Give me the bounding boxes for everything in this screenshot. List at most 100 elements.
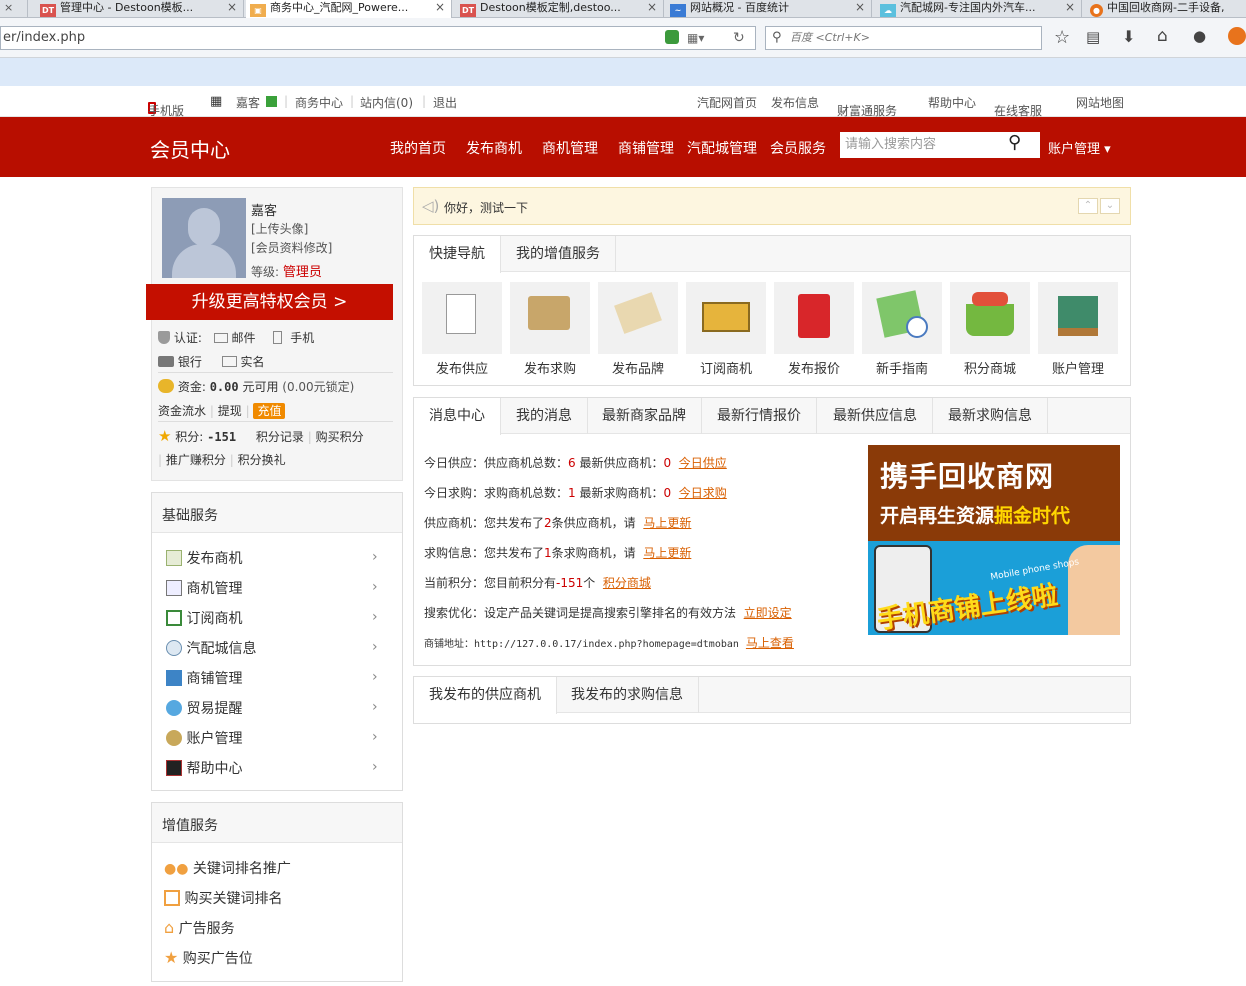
- menu-trade-alert[interactable]: 贸易提醒: [166, 698, 242, 718]
- level-value[interactable]: 管理员: [283, 265, 322, 280]
- update-buy-link[interactable]: 马上更新: [643, 546, 691, 560]
- tab-my-buy[interactable]: 我发布的求购信息: [556, 677, 699, 713]
- tab-latest-buy[interactable]: 最新求购信息: [933, 398, 1048, 434]
- menu-buy-ad[interactable]: ★ 购买广告位: [164, 948, 253, 968]
- update-supply-link[interactable]: 马上更新: [643, 516, 691, 530]
- chevron-down-icon[interactable]: ⌄: [1100, 198, 1120, 214]
- tab-my-messages[interactable]: 我的消息: [501, 398, 588, 434]
- business-center-link[interactable]: 商务中心: [295, 94, 343, 111]
- tab-latest-quotes[interactable]: 最新行情报价: [702, 398, 817, 434]
- nav-business-manage[interactable]: 商机管理: [542, 138, 598, 158]
- today-buy-link[interactable]: 今日求购: [679, 486, 727, 500]
- set-keywords-link[interactable]: 立即设定: [744, 606, 792, 620]
- browser-search-input[interactable]: ⚲ 百度 <Ctrl+K>: [765, 26, 1042, 50]
- quick-card-post-supply[interactable]: 发布供应: [422, 282, 502, 382]
- menu-shop-manage[interactable]: 商铺管理: [166, 668, 242, 688]
- tab-close-prev[interactable]: ×: [0, 0, 28, 18]
- menu-help-center[interactable]: 帮助中心: [166, 758, 242, 778]
- nav-my-home[interactable]: 我的首页: [390, 138, 446, 158]
- menu-buy-keyword[interactable]: 购买关键词排名: [164, 888, 282, 908]
- recharge-button[interactable]: 充值: [253, 403, 286, 419]
- upload-avatar-link[interactable]: [上传头像]: [251, 220, 308, 237]
- upgrade-button[interactable]: 升级更高特权会员 >: [146, 284, 393, 320]
- browser-tab-2[interactable]: ▣ 商务中心_汽配网_Powere... ×: [246, 0, 452, 18]
- funds-flow-link[interactable]: 资金流水: [158, 404, 206, 418]
- tab-latest-brands[interactable]: 最新商家品牌: [587, 398, 702, 434]
- home-icon[interactable]: ⌂: [1157, 26, 1168, 46]
- menu-post-business[interactable]: 发布商机: [166, 548, 242, 568]
- post-info-link[interactable]: 发布信息: [771, 94, 819, 111]
- chat-icon[interactable]: ●: [1193, 27, 1206, 45]
- download-icon[interactable]: ⬇: [1122, 27, 1135, 46]
- bank-cert[interactable]: 银行: [178, 355, 202, 369]
- home-link[interactable]: 汽配网首页: [697, 94, 757, 111]
- tab-message-center[interactable]: 消息中心: [414, 398, 501, 435]
- view-shop-link[interactable]: 马上查看: [746, 636, 794, 650]
- bookmarks-list-icon[interactable]: ▤: [1086, 28, 1100, 46]
- quick-card-guide[interactable]: 新手指南: [862, 282, 942, 382]
- promo-banner[interactable]: 携手回收商网 开启再生资源掘金时代 Mobile phone shops 手机商…: [868, 445, 1120, 635]
- username-link[interactable]: 嘉客: [236, 94, 260, 111]
- close-tab-icon[interactable]: ×: [1065, 0, 1075, 15]
- qr-code-icon[interactable]: ▦▾: [687, 27, 704, 49]
- nav-member-service[interactable]: 会员服务: [770, 138, 826, 158]
- browser-tab-3[interactable]: DT Destoon模板定制,destoo... ×: [456, 0, 664, 18]
- close-tab-icon[interactable]: ×: [855, 0, 865, 15]
- address-bar[interactable]: er/index.php ▦▾ ↻: [0, 26, 756, 50]
- close-tab-icon[interactable]: ×: [435, 0, 445, 15]
- menu-account-manage[interactable]: 账户管理: [166, 728, 242, 748]
- account-menu[interactable]: 账户管理 ▾: [1048, 138, 1111, 157]
- tab-my-supply[interactable]: 我发布的供应商机: [414, 677, 557, 714]
- menu-ad-service[interactable]: ⌂ 广告服务: [164, 918, 235, 938]
- qr-code-icon[interactable]: ▦: [210, 94, 222, 109]
- edit-profile-link[interactable]: [会员资料修改]: [251, 239, 332, 256]
- firefox-icon[interactable]: [1228, 27, 1246, 45]
- shield-icon[interactable]: [665, 30, 679, 44]
- email-icon: [213, 333, 228, 343]
- help-center-link[interactable]: 帮助中心: [928, 94, 976, 111]
- withdraw-link[interactable]: 提现: [218, 404, 242, 418]
- chevron-up-icon[interactable]: ⌃: [1078, 198, 1098, 214]
- menu-subscribe[interactable]: 订阅商机: [166, 608, 242, 628]
- quick-card-points-mall[interactable]: 积分商城: [950, 282, 1030, 382]
- browser-tab-1[interactable]: DT 管理中心 - Destoon模板... ×: [36, 0, 244, 18]
- points-record-link[interactable]: 积分记录: [256, 430, 304, 444]
- header-search-input[interactable]: 请输入搜索内容 ⚲: [840, 132, 1040, 158]
- inbox-link[interactable]: 站内信(0): [360, 94, 413, 111]
- realname-cert[interactable]: 实名: [241, 355, 265, 369]
- promo-points-link[interactable]: 推广赚积分: [166, 453, 226, 467]
- close-tab-icon[interactable]: ×: [647, 0, 657, 15]
- refresh-icon[interactable]: ↻: [733, 27, 745, 49]
- phone-cert[interactable]: 手机: [290, 331, 314, 345]
- nav-mall-manage[interactable]: 汽配城管理: [687, 138, 757, 158]
- avatar[interactable]: [162, 198, 246, 278]
- search-icon[interactable]: ⚲: [1008, 130, 1021, 156]
- browser-tab-5[interactable]: ☁ 汽配城网-专注国内外汽车... ×: [876, 0, 1082, 18]
- tab-latest-supply[interactable]: 最新供应信息: [818, 398, 933, 434]
- points-mall-link[interactable]: 积分商城: [603, 576, 651, 590]
- nav-shop-manage[interactable]: 商铺管理: [618, 138, 674, 158]
- email-cert[interactable]: 邮件: [232, 331, 256, 345]
- sitemap-link[interactable]: 网站地图: [1076, 94, 1124, 111]
- quick-card-subscribe[interactable]: 订阅商机: [686, 282, 766, 382]
- today-supply-link[interactable]: 今日供应: [679, 456, 727, 470]
- menu-keyword-promo[interactable]: ●● 关键词排名推广: [164, 858, 291, 878]
- points-gift-link[interactable]: 积分换礼: [238, 453, 286, 467]
- notice-text[interactable]: 你好，测试一下: [444, 199, 528, 216]
- menu-mall-info[interactable]: 汽配城信息: [166, 638, 256, 658]
- quick-card-account[interactable]: 账户管理: [1038, 282, 1118, 382]
- tab-my-vip[interactable]: 我的增值服务: [501, 236, 616, 272]
- page-title[interactable]: 会员中心: [150, 134, 230, 163]
- logout-link[interactable]: 退出: [433, 94, 457, 111]
- quick-card-post-buy[interactable]: 发布求购: [510, 282, 590, 382]
- quick-card-post-brand[interactable]: 发布品牌: [598, 282, 678, 382]
- tab-quicknav[interactable]: 快捷导航: [414, 236, 501, 273]
- bookmark-star-icon[interactable]: ☆: [1054, 27, 1070, 48]
- close-tab-icon[interactable]: ×: [227, 0, 237, 15]
- browser-tab-4[interactable]: ~ 网站概况 - 百度统计 ×: [666, 0, 872, 18]
- menu-business-manage[interactable]: 商机管理: [166, 578, 242, 598]
- buy-points-link[interactable]: 购买积分: [316, 430, 364, 444]
- quick-card-post-quote[interactable]: 发布报价: [774, 282, 854, 382]
- nav-post-business[interactable]: 发布商机: [466, 138, 522, 158]
- browser-tab-6[interactable]: ● 中国回收商网-二手设备,: [1086, 0, 1246, 18]
